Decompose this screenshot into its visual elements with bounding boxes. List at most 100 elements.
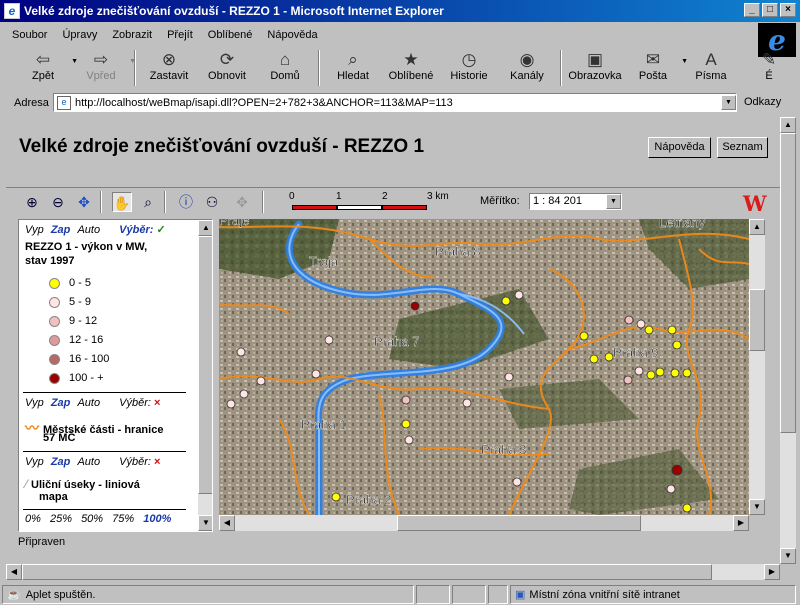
source-point[interactable]: [226, 399, 236, 409]
source-point[interactable]: [236, 347, 246, 357]
opacity-75[interactable]: 75%: [112, 513, 134, 525]
legend3-zap[interactable]: Zap: [51, 456, 71, 468]
menu-soubor[interactable]: Soubor: [12, 29, 47, 41]
legend1-auto[interactable]: Auto: [77, 224, 100, 236]
address-input[interactable]: e http://localhost/weBmap/isapi.dll?OPEN…: [53, 93, 737, 112]
scroll-right-icon[interactable]: ▶: [733, 515, 749, 531]
scroll-left-icon[interactable]: ◀: [6, 564, 22, 580]
menu-prejit[interactable]: Přejít: [167, 29, 193, 41]
scroll-up-icon[interactable]: ▲: [198, 220, 212, 236]
map-horizontal-scrollbar[interactable]: ◀ ▶: [219, 515, 749, 531]
scroll-up-icon[interactable]: ▲: [780, 117, 796, 133]
source-point[interactable]: [256, 376, 266, 386]
page-vscroll-thumb[interactable]: [780, 133, 796, 433]
page-hscroll-thumb[interactable]: [22, 564, 712, 580]
map-hscroll-thumb[interactable]: [397, 515, 641, 531]
check-icon[interactable]: ✓: [156, 224, 165, 236]
map-canvas[interactable]: Praha 8 Troja Praha 7 Praha 9 Praha 1 Pr…: [219, 219, 749, 515]
legend2-auto[interactable]: Auto: [77, 397, 100, 409]
legend2-vyp[interactable]: Vyp: [25, 397, 44, 409]
map-vertical-scrollbar[interactable]: ▲ ▼: [749, 219, 765, 515]
scroll-right-icon[interactable]: ▶: [764, 564, 780, 580]
help-button[interactable]: Nápověda: [648, 137, 711, 158]
legend1-vyber[interactable]: Výběr:: [119, 224, 153, 236]
toolbar-favorites-button[interactable]: ★ Oblíbené: [382, 48, 440, 88]
toolbar-stop-button[interactable]: ⊗ Zastavit: [140, 48, 198, 88]
zoom-in-icon[interactable]: ⊕: [22, 192, 42, 212]
scroll-up-icon[interactable]: ▲: [749, 219, 765, 235]
scale-dropdown-icon[interactable]: ▼: [606, 194, 621, 209]
toolbar-edit-button[interactable]: ✎ É: [740, 48, 798, 88]
map-view[interactable]: Praha 8 Troja Praha 7 Praha 9 Praha 1 Pr…: [219, 219, 749, 515]
source-point[interactable]: [682, 503, 692, 513]
toolbar-home-button[interactable]: ⌂ Domů: [256, 48, 314, 88]
source-point[interactable]: [666, 484, 676, 494]
menu-upravy[interactable]: Úpravy: [62, 29, 97, 41]
maximize-button[interactable]: □: [762, 3, 778, 17]
hand-pan-icon[interactable]: ✋: [112, 192, 132, 212]
toolbar-refresh-button[interactable]: ⟳ Obnovit: [198, 48, 256, 88]
opacity-0[interactable]: 0%: [25, 513, 41, 525]
legend3-vyp[interactable]: Vyp: [25, 456, 44, 468]
source-point[interactable]: [589, 354, 599, 364]
opacity-50[interactable]: 50%: [81, 513, 103, 525]
source-point[interactable]: [671, 464, 683, 476]
toolbar-history-button[interactable]: ◷ Historie: [440, 48, 498, 88]
toolbar-search-button[interactable]: ⌕ Hledat: [324, 48, 382, 88]
source-point[interactable]: [239, 389, 249, 399]
source-point[interactable]: [324, 335, 334, 345]
dropdown-arrow-icon[interactable]: ▼: [129, 58, 136, 65]
source-point[interactable]: [644, 325, 654, 335]
source-point[interactable]: [512, 477, 522, 487]
page-horizontal-scrollbar[interactable]: ◀ ▶: [6, 564, 780, 580]
legend3-vyber[interactable]: Výběr:: [119, 456, 151, 468]
scroll-left-icon[interactable]: ◀: [219, 515, 235, 531]
source-point[interactable]: [634, 366, 644, 376]
source-point[interactable]: [624, 315, 634, 325]
menu-zobrazit[interactable]: Zobrazit: [112, 29, 152, 41]
source-point[interactable]: [311, 369, 321, 379]
cross-icon[interactable]: ×: [154, 397, 160, 409]
source-point[interactable]: [636, 319, 646, 329]
page-vertical-scrollbar[interactable]: ▲ ▼: [780, 117, 796, 564]
source-point[interactable]: [404, 435, 414, 445]
window-titlebar[interactable]: e Velké zdroje znečišťování ovzduší - RE…: [0, 0, 800, 22]
map-vscroll-thumb[interactable]: [749, 289, 765, 351]
source-point[interactable]: [501, 296, 511, 306]
source-point[interactable]: [462, 398, 472, 408]
source-point[interactable]: [604, 352, 614, 362]
toolbar-mail-button[interactable]: ✉ Pošta ▼: [624, 48, 688, 88]
legend1-zap[interactable]: Zap: [51, 224, 71, 236]
address-dropdown-button[interactable]: ▼: [721, 95, 736, 110]
legend2-zap[interactable]: Zap: [51, 397, 71, 409]
toolbar-arrow-left-button[interactable]: ⇦ Zpět ▼: [14, 48, 78, 88]
scroll-down-icon[interactable]: ▼: [780, 548, 796, 564]
source-point[interactable]: [682, 368, 692, 378]
scroll-down-icon[interactable]: ▼: [198, 515, 212, 531]
legend-scroll-thumb[interactable]: [198, 236, 212, 494]
source-point[interactable]: [646, 370, 656, 380]
opacity-25[interactable]: 25%: [50, 513, 72, 525]
legend3-auto[interactable]: Auto: [77, 456, 100, 468]
source-point[interactable]: [331, 492, 341, 502]
pan-arrows-icon[interactable]: ✥: [74, 192, 94, 212]
legend1-vyp[interactable]: Vyp: [25, 224, 44, 236]
scale-select[interactable]: 1 : 84 201 ▼: [529, 193, 622, 210]
source-point[interactable]: [667, 325, 677, 335]
toolbar-fullscreen-button[interactable]: ▣ Obrazovka: [566, 48, 624, 88]
source-point[interactable]: [623, 375, 633, 385]
source-point[interactable]: [504, 372, 514, 382]
source-point[interactable]: [401, 395, 411, 405]
source-point[interactable]: [401, 419, 411, 429]
source-point[interactable]: [514, 290, 524, 300]
binoculars-icon[interactable]: ⚇: [202, 192, 222, 212]
opacity-100[interactable]: 100%: [143, 513, 171, 525]
legend-scrollbar[interactable]: ▲ ▼: [198, 220, 212, 531]
source-point[interactable]: [410, 301, 420, 311]
source-point[interactable]: [672, 340, 682, 350]
toolbar-channels-button[interactable]: ◉ Kanály: [498, 48, 556, 88]
links-button[interactable]: Odkazy: [744, 96, 781, 108]
minimize-button[interactable]: _: [744, 3, 760, 17]
zoom-out-icon[interactable]: ⊖: [48, 192, 68, 212]
info-icon[interactable]: ⓘ: [176, 192, 196, 212]
